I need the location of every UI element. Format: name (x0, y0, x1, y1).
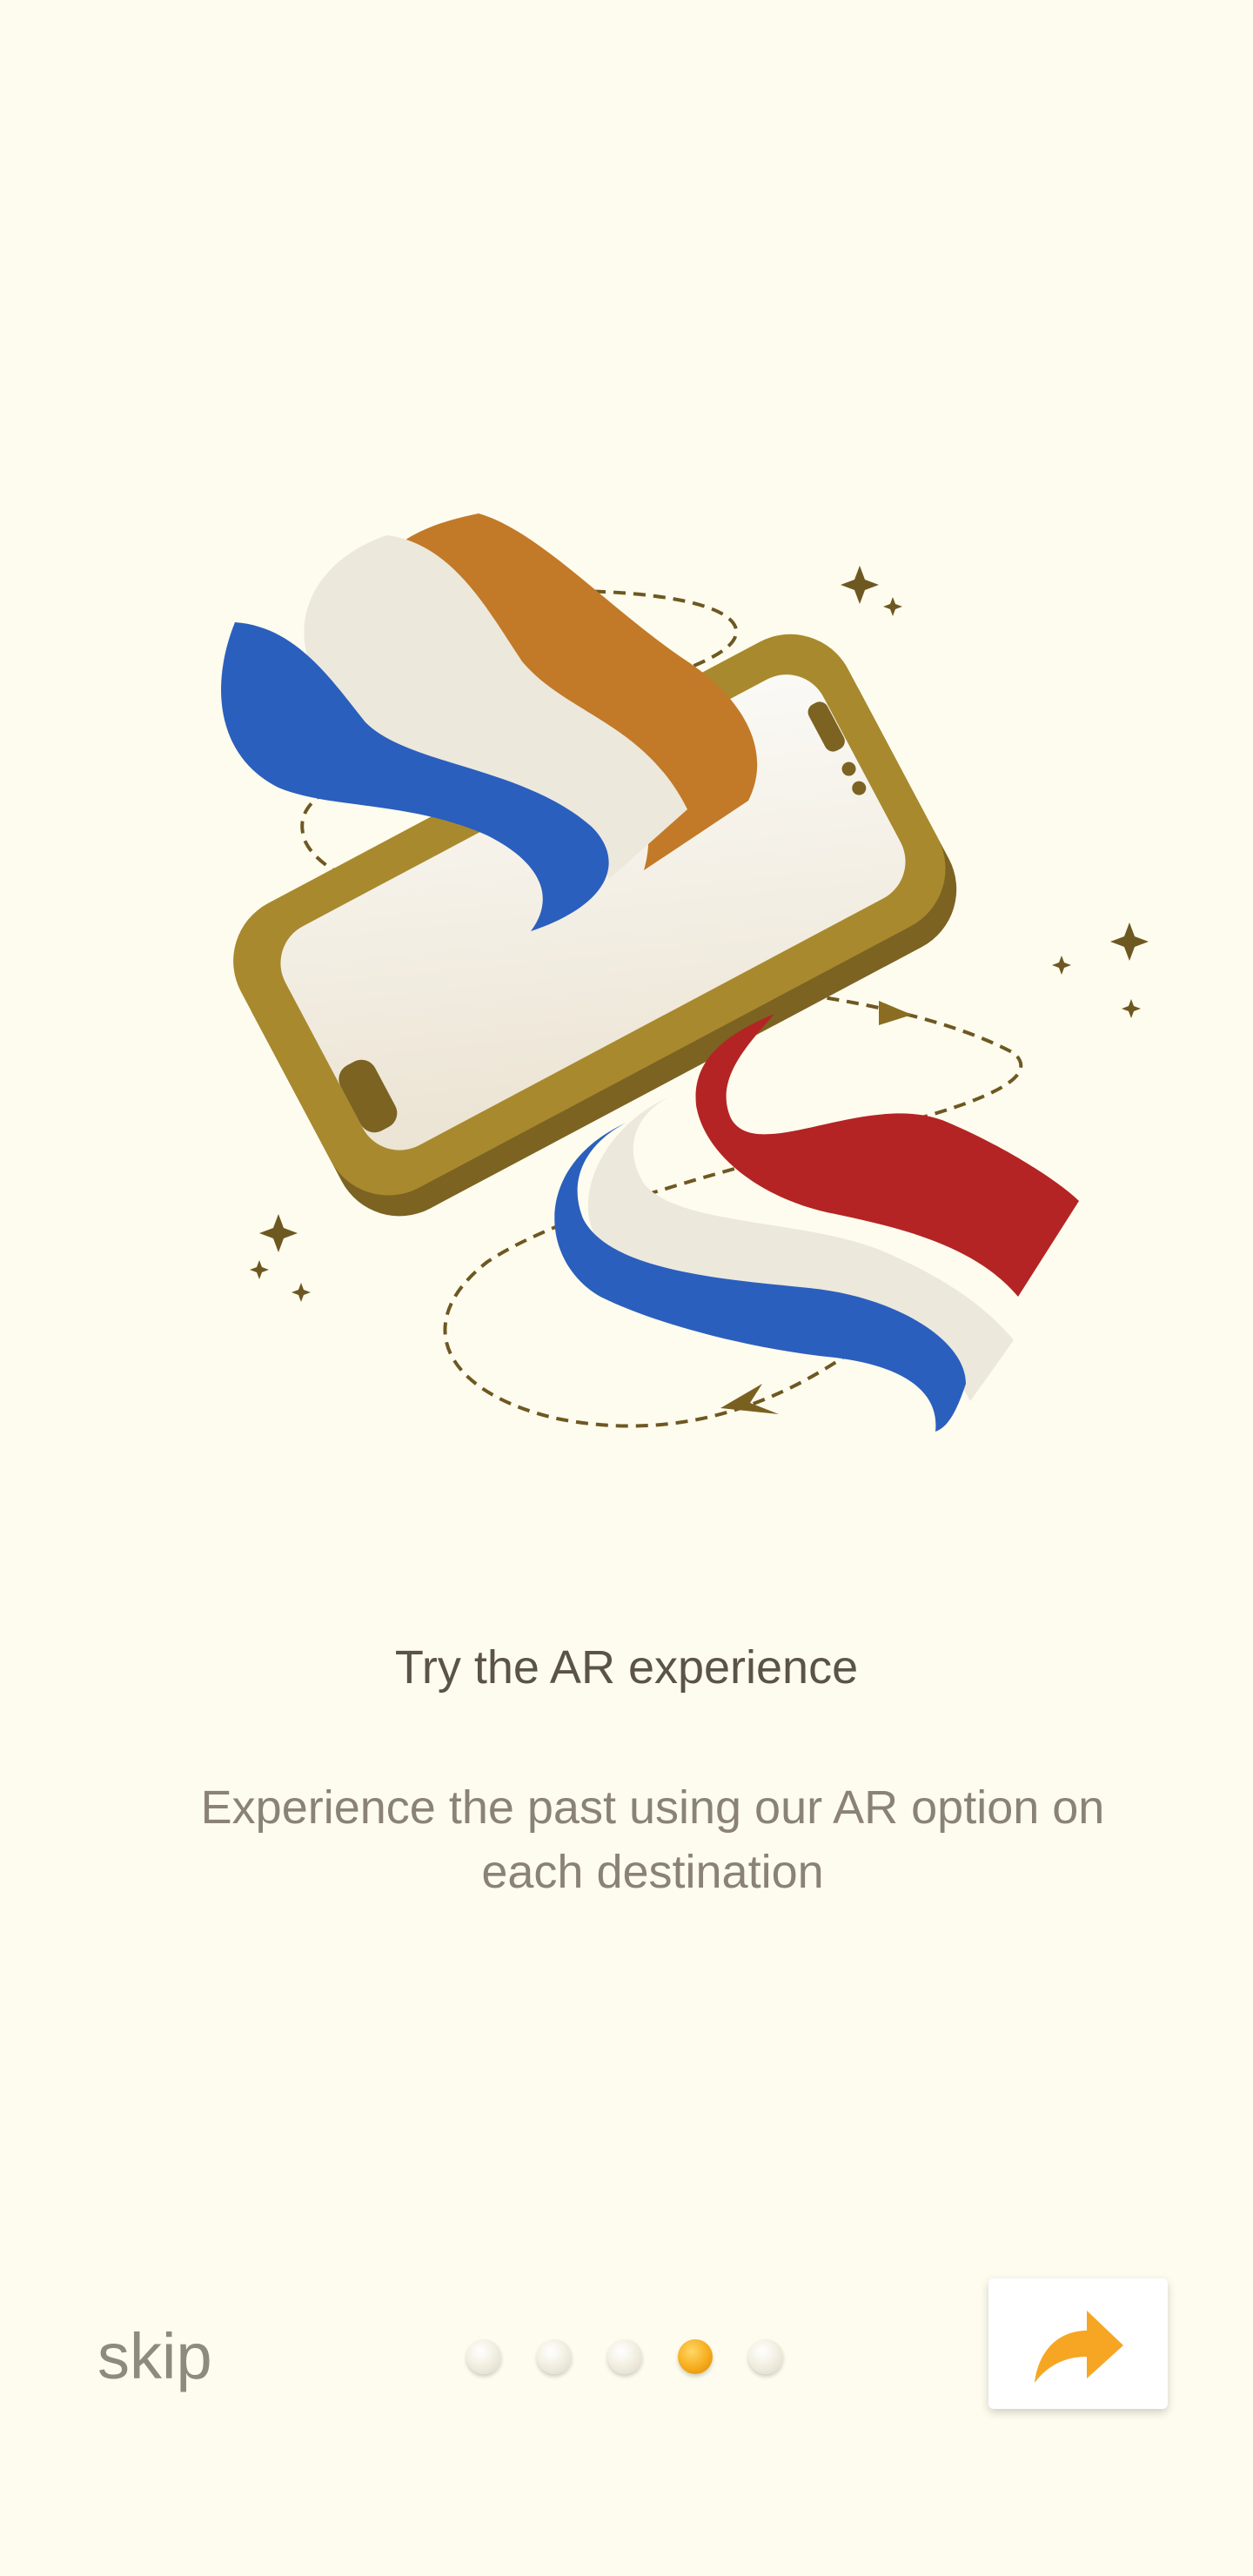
onboarding-title: Try the AR experience (394, 1641, 859, 1694)
page-dot-4-active[interactable] (678, 2339, 713, 2374)
ar-illustration (0, 0, 1253, 1532)
onboarding-description: Experience the past using our AR option … (200, 1781, 1105, 1898)
next-button[interactable] (988, 2278, 1168, 2409)
page-dot-1[interactable] (466, 2339, 501, 2374)
skip-button[interactable]: skip (97, 2319, 212, 2393)
page-dot-2[interactable] (537, 2339, 572, 2374)
forward-arrow-icon (1035, 2311, 1123, 2383)
pagination-dots (466, 2339, 783, 2374)
page-dot-3[interactable] (607, 2339, 642, 2374)
page-dot-5[interactable] (748, 2339, 783, 2374)
